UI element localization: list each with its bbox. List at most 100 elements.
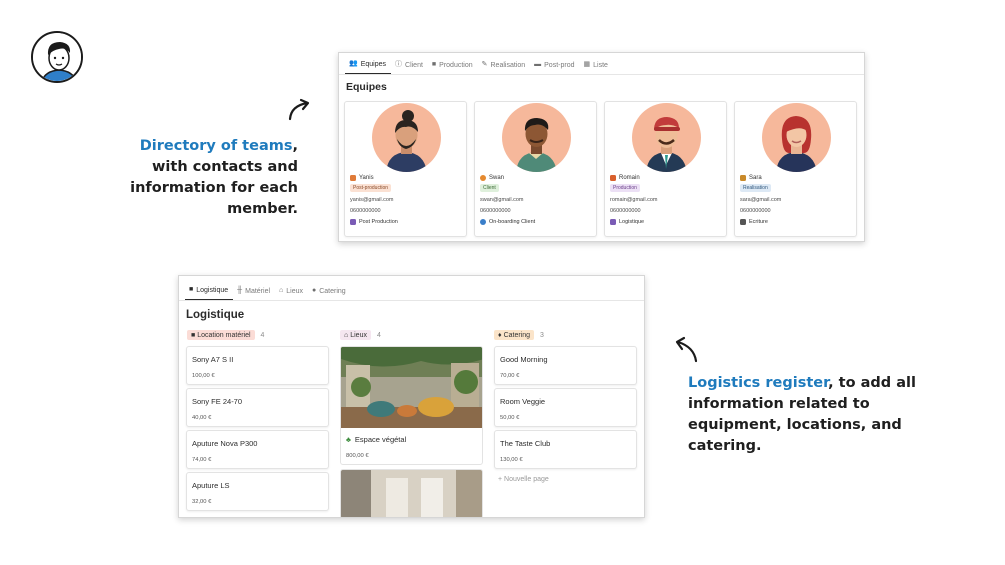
member-team: Post Production bbox=[359, 219, 398, 225]
member-avatar bbox=[372, 103, 441, 172]
venue-photo bbox=[341, 470, 482, 517]
member-avatar bbox=[632, 103, 701, 172]
item-name: Aputure LS bbox=[192, 481, 230, 490]
column-count: 4 bbox=[260, 331, 265, 339]
tab-lieux[interactable]: ⌂ Lieux bbox=[275, 276, 308, 300]
role-badge: Realisation bbox=[740, 184, 771, 192]
member-name: Swan bbox=[489, 175, 505, 181]
column-header-lieux[interactable]: ⌂ Lieux 4 bbox=[340, 330, 381, 340]
tab-post-prod[interactable]: ▬ Post-prod bbox=[530, 53, 579, 74]
member-email[interactable]: swan@gmail.com bbox=[480, 197, 592, 203]
team-icon bbox=[740, 219, 746, 225]
member-card[interactable]: Romain Production romain@gmail.com 06000… bbox=[604, 101, 727, 237]
column-header-location[interactable]: ■ Location matériel 4 bbox=[187, 330, 264, 340]
member-avatar bbox=[502, 103, 571, 172]
member-phone: 0600000000 bbox=[480, 208, 511, 214]
item-name: Sony A7 S II bbox=[192, 355, 234, 364]
member-card[interactable]: Sara Realisation sara@gmail.com 06000000… bbox=[734, 101, 857, 237]
page-title: Logistique bbox=[186, 309, 245, 321]
tab-equipes[interactable]: 👥 Equipes bbox=[345, 53, 392, 74]
tab-catering[interactable]: ● Catering bbox=[308, 276, 351, 300]
pencil-icon: ✎ bbox=[481, 61, 488, 68]
team-icon bbox=[350, 219, 356, 225]
member-card[interactable]: Swan Client swan@gmail.com 0600000000 On… bbox=[474, 101, 597, 237]
clover-icon: ♣ bbox=[346, 435, 351, 444]
member-email[interactable]: romain@gmail.com bbox=[610, 197, 722, 203]
item-name: Good Morning bbox=[500, 355, 548, 364]
item-price: 800,00 € bbox=[346, 453, 369, 459]
people-icon: 👥 bbox=[349, 60, 358, 67]
role-badge: Production bbox=[610, 184, 640, 192]
member-cards: Yanis Post-production yanis@gmail.com 06… bbox=[344, 101, 857, 237]
table-icon: ▦ bbox=[583, 61, 591, 68]
item-price: 32,00 € bbox=[192, 499, 212, 505]
tab-liste[interactable]: ▦ Liste bbox=[580, 53, 613, 74]
item-price: 130,00 € bbox=[500, 457, 523, 463]
person-icon bbox=[480, 175, 486, 181]
member-email[interactable]: sara@gmail.com bbox=[740, 197, 852, 203]
item-name: The Taste Club bbox=[500, 439, 551, 448]
member-phone: 0600000000 bbox=[610, 208, 641, 214]
plate-icon: ● bbox=[312, 287, 317, 294]
home-icon: ⌂ bbox=[279, 287, 284, 294]
tab-production[interactable]: ■ Production bbox=[428, 53, 478, 74]
list-item[interactable]: Good Morning 70,00 € bbox=[494, 346, 637, 385]
item-name: Sony FE 24-70 bbox=[192, 397, 243, 406]
list-item[interactable]: The Taste Club 130,00 € bbox=[494, 430, 637, 469]
item-name: Espace végétal bbox=[354, 435, 407, 444]
tab-materiel[interactable]: ╫ Matériel bbox=[233, 276, 275, 300]
food-icon: ♦ bbox=[498, 331, 502, 339]
logistics-callout-highlight: Logistics register bbox=[688, 375, 829, 391]
item-price: 100,00 € bbox=[192, 373, 215, 379]
curved-arrow-icon bbox=[675, 336, 698, 363]
member-team: On-boarding Client bbox=[489, 219, 536, 225]
member-name: Sara bbox=[749, 175, 762, 181]
video-icon: ■ bbox=[431, 61, 437, 68]
member-phone: 0600000000 bbox=[350, 208, 381, 214]
list-item[interactable]: Aputure Nova P300 74,00 € bbox=[186, 430, 329, 469]
venue-photo bbox=[341, 347, 482, 428]
teams-callout-highlight: Directory of teams bbox=[139, 138, 293, 154]
member-team: Logistique bbox=[619, 219, 645, 225]
teams-window: 👥 Equipes ⓘ Client ■ Production ✎ Realisatio… bbox=[338, 52, 865, 242]
tab-realisation[interactable]: ✎ Realisation bbox=[478, 53, 531, 74]
item-price: 40,00 € bbox=[192, 415, 212, 421]
item-name: Room Veggie bbox=[500, 397, 546, 406]
member-phone: 0600000000 bbox=[740, 208, 771, 214]
list-item[interactable] bbox=[340, 469, 483, 517]
tab-client[interactable]: ⓘ Client bbox=[391, 53, 428, 74]
team-icon bbox=[610, 219, 616, 225]
new-page-button[interactable]: + Nouvelle page bbox=[498, 476, 549, 483]
list-item[interactable]: Sony FE 24-70 40,00 € bbox=[186, 388, 329, 427]
list-item[interactable]: ♣ Espace végétal 800,00 € bbox=[340, 346, 483, 465]
column-header-catering[interactable]: ♦ Catering 3 bbox=[494, 330, 544, 340]
video-icon bbox=[610, 175, 616, 181]
logistics-tabs: ■ Logistique ╫ Matériel ⌂ Lieux ● Catering bbox=[179, 276, 644, 301]
camera-icon: ■ bbox=[191, 331, 196, 339]
member-email[interactable]: yanis@gmail.com bbox=[350, 197, 462, 203]
pencil-icon bbox=[740, 175, 746, 181]
info-icon: ⓘ bbox=[395, 61, 403, 68]
logistics-window: ■ Logistique ╫ Matériel ⌂ Lieux ● Catering L… bbox=[178, 275, 645, 518]
member-card[interactable]: Yanis Post-production yanis@gmail.com 06… bbox=[344, 101, 467, 237]
teams-callout: Directory of teams, with contacts and in… bbox=[106, 136, 298, 220]
video-icon: ■ bbox=[189, 286, 194, 293]
list-item[interactable]: Room Veggie 50,00 € bbox=[494, 388, 637, 427]
equipment-icon: ╫ bbox=[237, 287, 243, 294]
member-avatar bbox=[762, 103, 831, 172]
role-badge: Client bbox=[480, 184, 499, 192]
teams-tabs: 👥 Equipes ⓘ Client ■ Production ✎ Realisatio… bbox=[339, 53, 864, 75]
logo-avatar bbox=[31, 31, 83, 83]
column-count: 3 bbox=[540, 331, 544, 339]
curved-arrow-icon bbox=[288, 98, 310, 121]
item-name: Aputure Nova P300 bbox=[192, 439, 258, 448]
logistics-callout: Logistics register, to add all informati… bbox=[688, 373, 918, 457]
tab-logistique[interactable]: ■ Logistique bbox=[185, 276, 234, 300]
item-price: 70,00 € bbox=[500, 373, 520, 379]
item-price: 74,00 € bbox=[192, 457, 212, 463]
list-item[interactable]: Sony A7 S II 100,00 € bbox=[186, 346, 329, 385]
list-item[interactable]: Aputure LS 32,00 € bbox=[186, 472, 329, 511]
person-icon bbox=[350, 175, 356, 181]
member-name: Romain bbox=[619, 175, 640, 181]
column-count: 4 bbox=[376, 331, 381, 339]
